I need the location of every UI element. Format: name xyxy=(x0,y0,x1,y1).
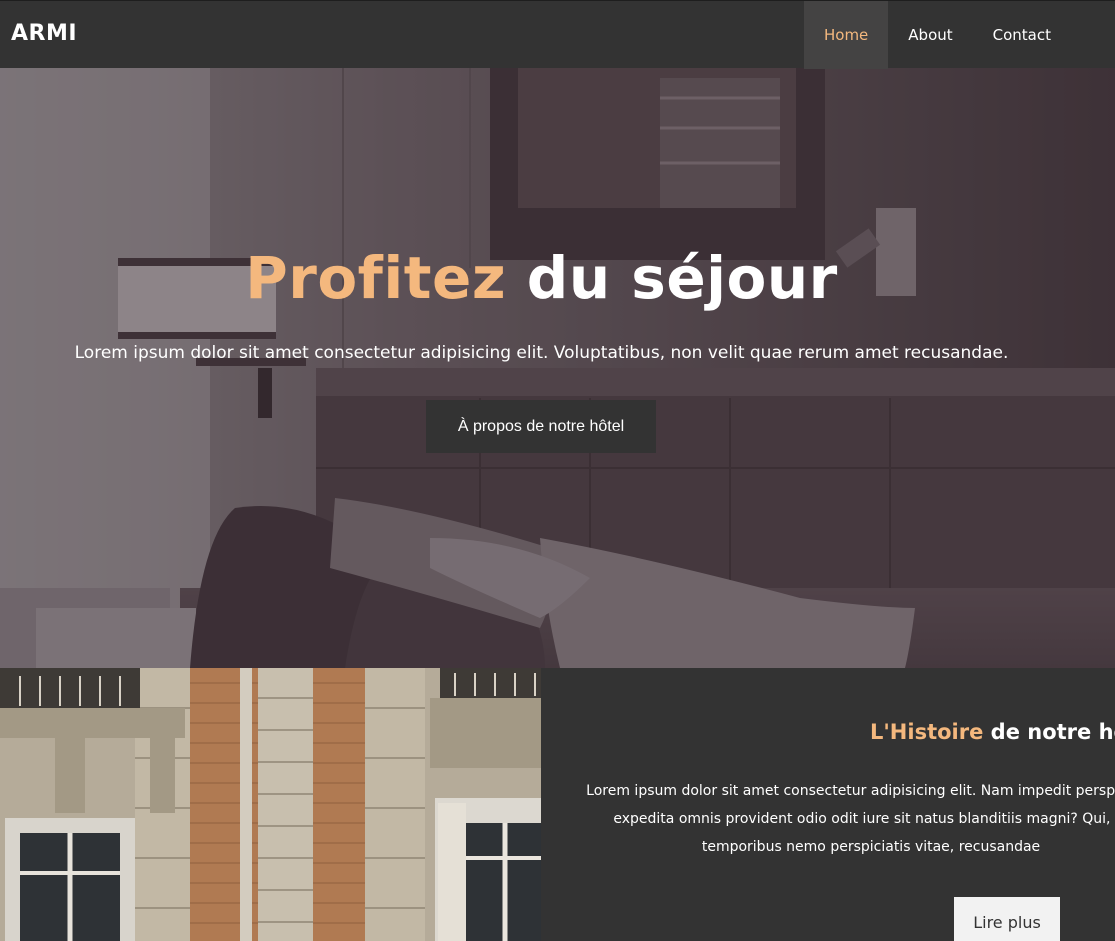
about-hotel-button[interactable]: À propos de notre hôtel xyxy=(426,400,656,453)
nav-links: Home About Contact xyxy=(803,1,1071,69)
nav-link-about[interactable]: About xyxy=(888,1,972,69)
history-line-2: expedita omnis provident odio odit iure … xyxy=(613,811,1115,827)
hero-subtitle: Lorem ipsum dolor sit amet consectetur a… xyxy=(74,343,1009,363)
history-title-accent: L'Histoire xyxy=(870,720,984,744)
history-title: L'Histoire de notre hôtel xyxy=(870,720,1115,744)
hero-title-accent: Profitez xyxy=(245,244,507,312)
hotel-facade-image xyxy=(0,668,541,941)
nav-link-home[interactable]: Home xyxy=(803,1,889,69)
top-navbar: ARMI Home About Contact xyxy=(0,0,1115,69)
nav-link-contact[interactable]: Contact xyxy=(973,1,1071,69)
read-more-button[interactable]: Lire plus xyxy=(954,897,1060,941)
hero-section: Profitez du séjour Lorem ipsum dolor sit… xyxy=(0,68,1115,668)
history-section: L'Histoire de notre hôtel Lorem ipsum do… xyxy=(0,668,1115,941)
history-text-column: L'Histoire de notre hôtel Lorem ipsum do… xyxy=(541,668,1115,941)
hero-title-rest: du séjour xyxy=(506,244,838,312)
history-paragraph: Lorem ipsum dolor sit amet consectetur a… xyxy=(561,777,1115,861)
brand-logo[interactable]: ARMI xyxy=(11,21,77,46)
hero-overlay xyxy=(0,68,1115,668)
hero-title: Profitez du séjour xyxy=(0,244,1083,312)
history-title-rest: de notre hôtel xyxy=(990,720,1115,744)
history-line-1: Lorem ipsum dolor sit amet consectetur a… xyxy=(586,783,1115,799)
history-line-3: temporibus nemo perspiciatis vitae, recu… xyxy=(701,839,1041,855)
